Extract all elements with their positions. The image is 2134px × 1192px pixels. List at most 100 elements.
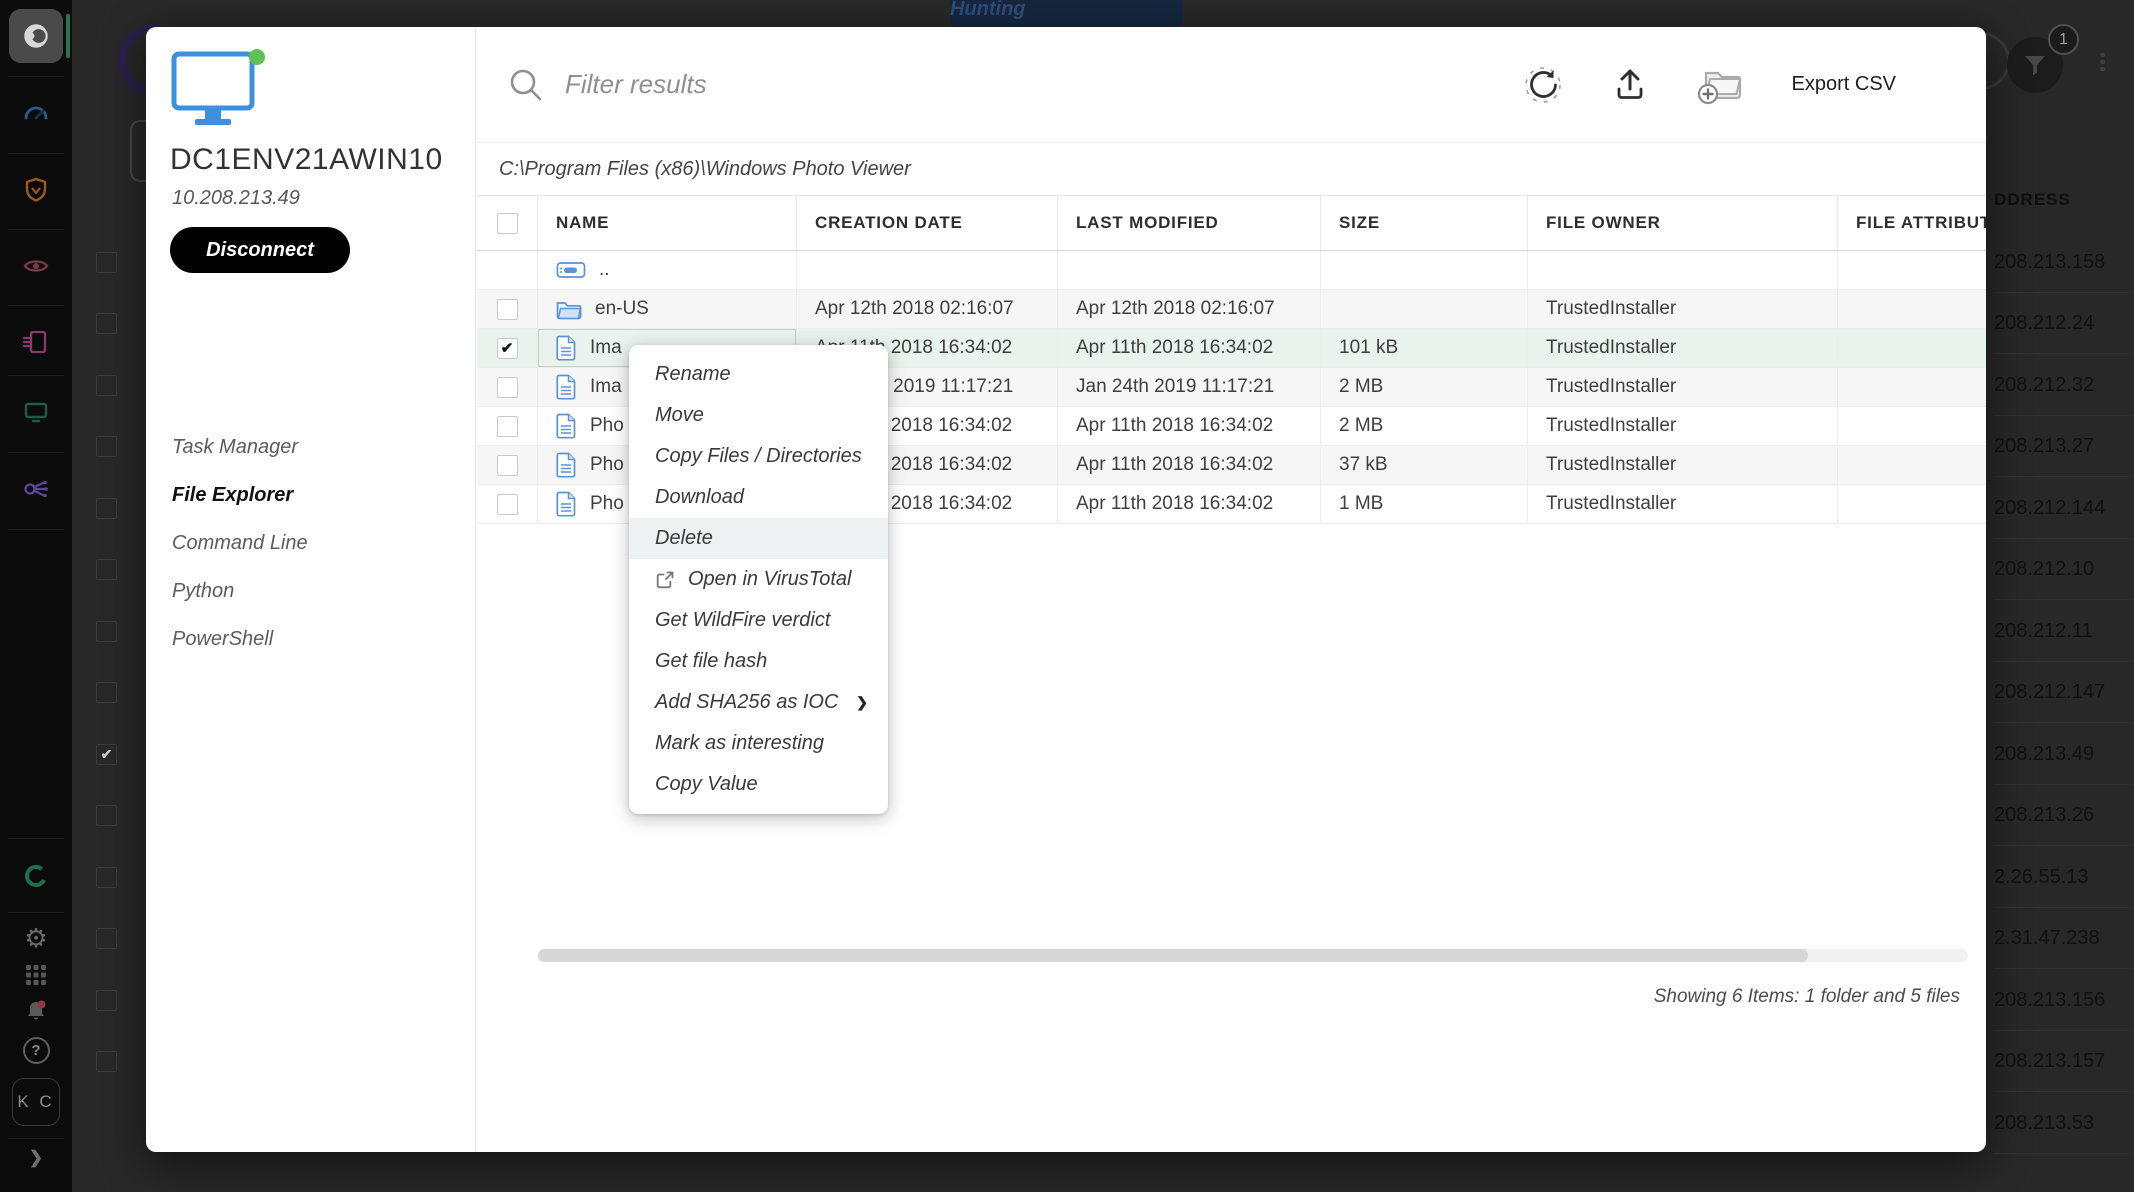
host-name: DC1ENV21AWIN10 <box>170 143 443 177</box>
background-row-checkbox-checked: ✔ <box>96 744 117 765</box>
auto-refresh-icon <box>1522 64 1564 106</box>
background-row-checkbox <box>96 1051 117 1072</box>
terminal-nav: Task Manager File Explorer Command Line … <box>172 423 308 663</box>
nav-item-file-explorer[interactable]: File Explorer <box>172 471 308 519</box>
sidebar-item-copilot[interactable] <box>0 840 72 912</box>
dashboard-gauge-icon <box>22 99 50 127</box>
background-row-checkbox <box>96 375 117 396</box>
new-folder-button[interactable] <box>1696 65 1746 105</box>
new-folder-icon <box>1696 65 1746 105</box>
menu-item-delete[interactable]: Delete <box>629 518 888 559</box>
background-row-checkbox <box>96 928 117 949</box>
file-name: Ima <box>590 337 622 359</box>
user-avatar[interactable]: K C <box>12 1078 60 1126</box>
menu-item-rename[interactable]: Rename <box>629 354 888 395</box>
background-row-checkbox <box>96 621 117 642</box>
col-header-size: SIZE <box>1321 196 1528 250</box>
notification-count-badge: 1 <box>2048 24 2079 55</box>
file-icon <box>556 335 577 361</box>
table-header-row: NAME CREATION DATE LAST MODIFIED SIZE FI… <box>477 195 1986 251</box>
sidebar-item-endpoint-security[interactable] <box>0 154 72 226</box>
sidebar-expand-button[interactable]: ❯ <box>0 1148 72 1168</box>
toolbar: Export CSV <box>1522 64 1942 106</box>
table-row[interactable]: en-US Apr 12th 2018 02:16:07 Apr 12th 20… <box>477 290 1986 329</box>
ip-address-column-header: DDRESS <box>1994 190 2071 210</box>
menu-item-copy-files[interactable]: Copy Files / Directories <box>629 436 888 477</box>
menu-item-mark-as-interesting[interactable]: Mark as interesting <box>629 723 888 764</box>
active-nav-indicator <box>66 14 70 58</box>
background-ip: 208.212.144 <box>1994 478 2134 539</box>
menu-item-add-sha256-as-ioc[interactable]: Add SHA256 as IOC ❯ <box>629 682 888 723</box>
report-doc-icon <box>22 328 50 356</box>
nav-item-task-manager[interactable]: Task Manager <box>172 423 308 471</box>
export-csv-button[interactable]: Export CSV <box>1792 73 1896 96</box>
auto-refresh-button[interactable] <box>1522 64 1564 106</box>
row-checkbox[interactable] <box>497 455 518 476</box>
nav-item-powershell[interactable]: PowerShell <box>172 615 308 663</box>
sidebar-item-dashboards[interactable] <box>0 77 72 149</box>
sidebar-item-share-graph[interactable] <box>0 453 72 525</box>
col-header-file-attributes: FILE ATTRIBUTES <box>1838 196 1986 250</box>
select-all-checkbox[interactable] <box>497 213 518 234</box>
sidebar-item-home[interactable] <box>9 9 63 63</box>
file-name: Pho <box>590 415 624 437</box>
share-graph-icon <box>22 475 50 503</box>
file-icon <box>556 491 577 517</box>
host-panel: DC1ENV21AWIN10 10.208.213.49 Disconnect … <box>146 27 476 1152</box>
funnel-icon <box>2022 52 2048 78</box>
menu-item-open-in-virustotal[interactable]: Open in VirusTotal <box>629 559 888 600</box>
file-name: Ima <box>590 376 622 398</box>
cortex-logo-icon <box>20 20 52 52</box>
sidebar-item-reports[interactable] <box>0 306 72 378</box>
background-ip: 208.212.24 <box>1994 293 2134 354</box>
menu-item-get-file-hash[interactable]: Get file hash <box>629 641 888 682</box>
submenu-chevron-icon: ❯ <box>856 694 868 711</box>
gear-icon: ⚙ <box>24 923 47 954</box>
row-checkbox[interactable] <box>497 494 518 515</box>
background-row-checkbox <box>96 990 117 1011</box>
notifications-button[interactable] <box>0 992 72 1030</box>
background-ip: 208.212.10 <box>1994 539 2134 600</box>
scrollbar-thumb[interactable] <box>538 949 1808 962</box>
file-icon <box>556 413 577 439</box>
background-ip: 208.213.156 <box>1994 970 2134 1031</box>
shield-icon <box>22 176 50 204</box>
nav-item-python[interactable]: Python <box>172 567 308 615</box>
search-icon <box>507 66 545 104</box>
help-icon: ? <box>23 1037 50 1064</box>
export-csv-label: Export CSV <box>1792 73 1896 96</box>
upload-button[interactable] <box>1610 65 1650 105</box>
sidebar-item-investigation[interactable] <box>0 230 72 302</box>
settings-button[interactable]: ⚙ <box>0 918 72 958</box>
apps-button[interactable] <box>0 956 72 994</box>
menu-item-download[interactable]: Download <box>629 477 888 518</box>
file-icon <box>556 374 577 400</box>
background-kebab-icon <box>2100 50 2105 74</box>
parent-directory-icon <box>556 260 586 280</box>
row-checkbox[interactable] <box>497 416 518 437</box>
app-sidebar: ⚙ ? K C ❯ <box>0 0 72 1192</box>
row-checkbox[interactable] <box>497 377 518 398</box>
background-row-checkbox <box>96 559 117 580</box>
table-row[interactable]: .. <box>477 251 1986 290</box>
sidebar-item-live-terminal[interactable] <box>0 376 72 448</box>
monitor-icon <box>170 48 266 128</box>
file-name: Pho <box>590 454 624 476</box>
terminal-monitor-icon <box>22 398 50 426</box>
col-header-creation-date: CREATION DATE <box>797 196 1058 250</box>
background-ip: 208.213.27 <box>1994 416 2134 477</box>
row-checkbox-checked[interactable]: ✔ <box>497 338 518 359</box>
horizontal-scrollbar[interactable] <box>538 949 1968 962</box>
help-button[interactable]: ? <box>0 1030 72 1070</box>
breadcrumb-path: C:\Program Files (x86)\Windows Photo Vie… <box>477 143 1986 195</box>
background-ip: 208.213.49 <box>1994 724 2134 785</box>
context-menu: Rename Move Copy Files / Directories Dow… <box>629 345 888 814</box>
nav-item-command-line[interactable]: Command Line <box>172 519 308 567</box>
disconnect-button[interactable]: Disconnect <box>170 227 350 273</box>
menu-item-move[interactable]: Move <box>629 395 888 436</box>
green-ring-icon <box>23 863 49 889</box>
menu-item-get-wildfire-verdict[interactable]: Get WildFire verdict <box>629 600 888 641</box>
row-checkbox[interactable] <box>497 299 518 320</box>
filter-input[interactable] <box>565 69 1125 100</box>
menu-item-copy-value[interactable]: Copy Value <box>629 764 888 805</box>
